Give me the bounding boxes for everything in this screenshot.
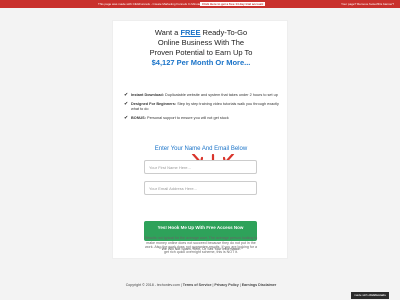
headline-line-1: Want a FREE Ready-To-Go [113,28,289,38]
earnings-claim: $4,127 Per Month Or More... [151,58,251,67]
headline-line-2: Online Business With The [157,38,245,47]
free-highlight: FREE [180,28,201,37]
top-banner: This page was made with ClickFunnels - C… [0,0,400,8]
check-icon: ✔ [124,115,129,121]
benefit-title: Instant Download: [131,93,164,97]
earnings-disclaimer-link[interactable]: Earnings Disclaimer [242,283,277,287]
benefit-title: BONUS: [131,116,146,120]
benefit-text: Personal support to ensure you will not … [145,116,229,120]
headline-line-3: Proven Potential to Earn Up To [149,48,253,57]
footer: Copyright © 2018 - techonlev.com | Terms… [118,283,284,288]
headline: Want a FREE Ready-To-Go Online Business … [113,28,289,68]
free-trial-link[interactable]: Click Here to get a free 14 day trial ac… [200,2,266,6]
badge-prefix: made with [354,293,369,297]
remove-banner-link[interactable]: Your page? Remove footer/this banner? [341,0,394,8]
headline-text: Want a [154,28,181,37]
banner-text: This page was made with ClickFunnels - C… [98,2,203,6]
clickfunnels-badge[interactable]: made with clickfunnels [351,292,389,299]
terms-link[interactable]: Terms of Service [183,283,212,287]
check-icon: ✔ [124,92,129,98]
copyright-text: Copyright © 2018 - techonlev.com | [125,283,183,287]
benefit-item: ✔ Instant Download: Duplicatable website… [124,93,284,98]
results-disclaimer: Results not typical for the average user… [144,236,258,254]
headline-text: Ready-To-Go [200,28,248,37]
benefit-title: Designed For Beginners: [131,102,177,106]
email-input[interactable] [144,181,257,195]
optin-card: Want a FREE Ready-To-Go Online Business … [112,20,288,259]
benefit-list: ✔ Instant Download: Duplicatable website… [124,93,284,125]
check-icon: ✔ [124,101,129,107]
benefit-item: ✔ Designed For Beginners: Step by step t… [124,102,284,112]
first-name-input[interactable] [144,160,257,174]
form-title: Enter Your Name And Email Below [154,146,248,152]
badge-brand: clickfunnels [368,293,386,297]
privacy-link[interactable]: Privacy Policy [214,283,238,287]
benefit-text: Duplicatable website and system that tak… [163,93,278,97]
benefit-item: ✔ BONUS: Personal support to ensure you … [124,116,284,121]
